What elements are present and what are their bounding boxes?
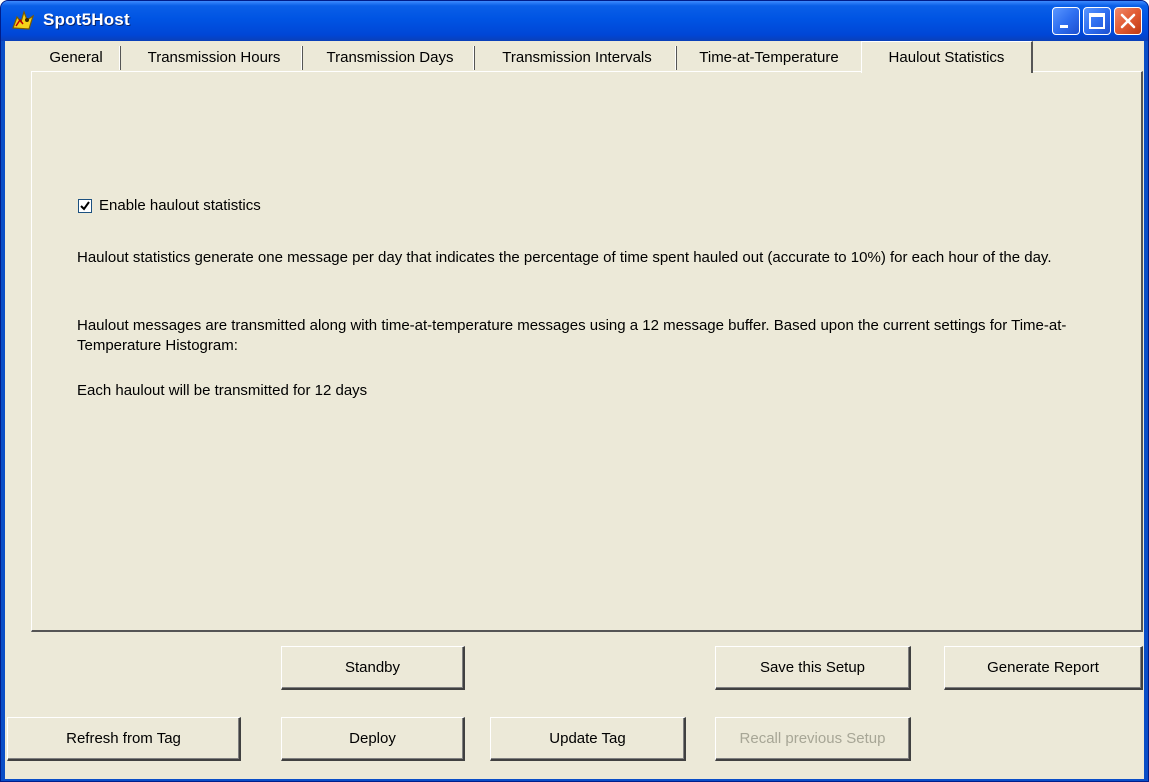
title-bar[interactable]: Spot5Host [1,1,1148,41]
window-title: Spot5Host [43,10,130,29]
tab-transmission-hours[interactable]: Transmission Hours [125,45,303,71]
close-icon [1120,13,1136,29]
app-window: Spot5Host General Transmission Hours Tra… [0,0,1149,782]
maximize-button[interactable] [1083,7,1111,35]
haulout-transmit-duration: Each haulout will be transmitted for 12 … [77,382,368,399]
tab-transmission-intervals[interactable]: Transmission Intervals [477,45,677,71]
tab-general[interactable]: General [31,45,121,71]
tab-label: General [49,49,103,66]
spot5host-app-icon [12,10,35,30]
enable-haulout-checkbox[interactable] [78,199,92,213]
close-button[interactable] [1114,7,1142,35]
generate-report-button[interactable]: Generate Report [944,646,1143,690]
update-tag-button[interactable]: Update Tag [490,717,686,761]
save-setup-button[interactable]: Save this Setup [715,646,911,690]
tab-haulout-statistics[interactable]: Haulout Statistics [861,41,1033,73]
tab-label: Transmission Days [326,49,454,66]
minimize-button[interactable] [1052,7,1080,35]
tab-divider [119,46,121,70]
checkmark-icon [80,201,90,211]
tab-divider [301,46,303,70]
tab-divider [473,46,475,70]
tab-label: Transmission Hours [147,49,281,66]
tab-label: Time-at-Temperature [699,49,839,66]
tab-label: Transmission Intervals [502,49,652,66]
deploy-button[interactable]: Deploy [281,717,465,761]
enable-haulout-label[interactable]: Enable haulout statistics [99,197,261,214]
minimize-icon [1060,25,1068,28]
maximize-icon [1089,13,1105,29]
refresh-from-tag-button[interactable]: Refresh from Tag [7,717,241,761]
tab-transmission-days[interactable]: Transmission Days [305,45,475,71]
tab-divider [675,46,677,70]
tab-label: Haulout Statistics [888,49,1005,66]
tab-time-at-temperature[interactable]: Time-at-Temperature [679,45,859,71]
standby-button[interactable]: Standby [281,646,465,690]
haulout-buffer-description: Haulout messages are transmitted along w… [77,317,1067,354]
recall-previous-setup-button: Recall previous Setup [715,717,911,761]
haulout-description: Haulout statistics generate one message … [77,249,1052,266]
